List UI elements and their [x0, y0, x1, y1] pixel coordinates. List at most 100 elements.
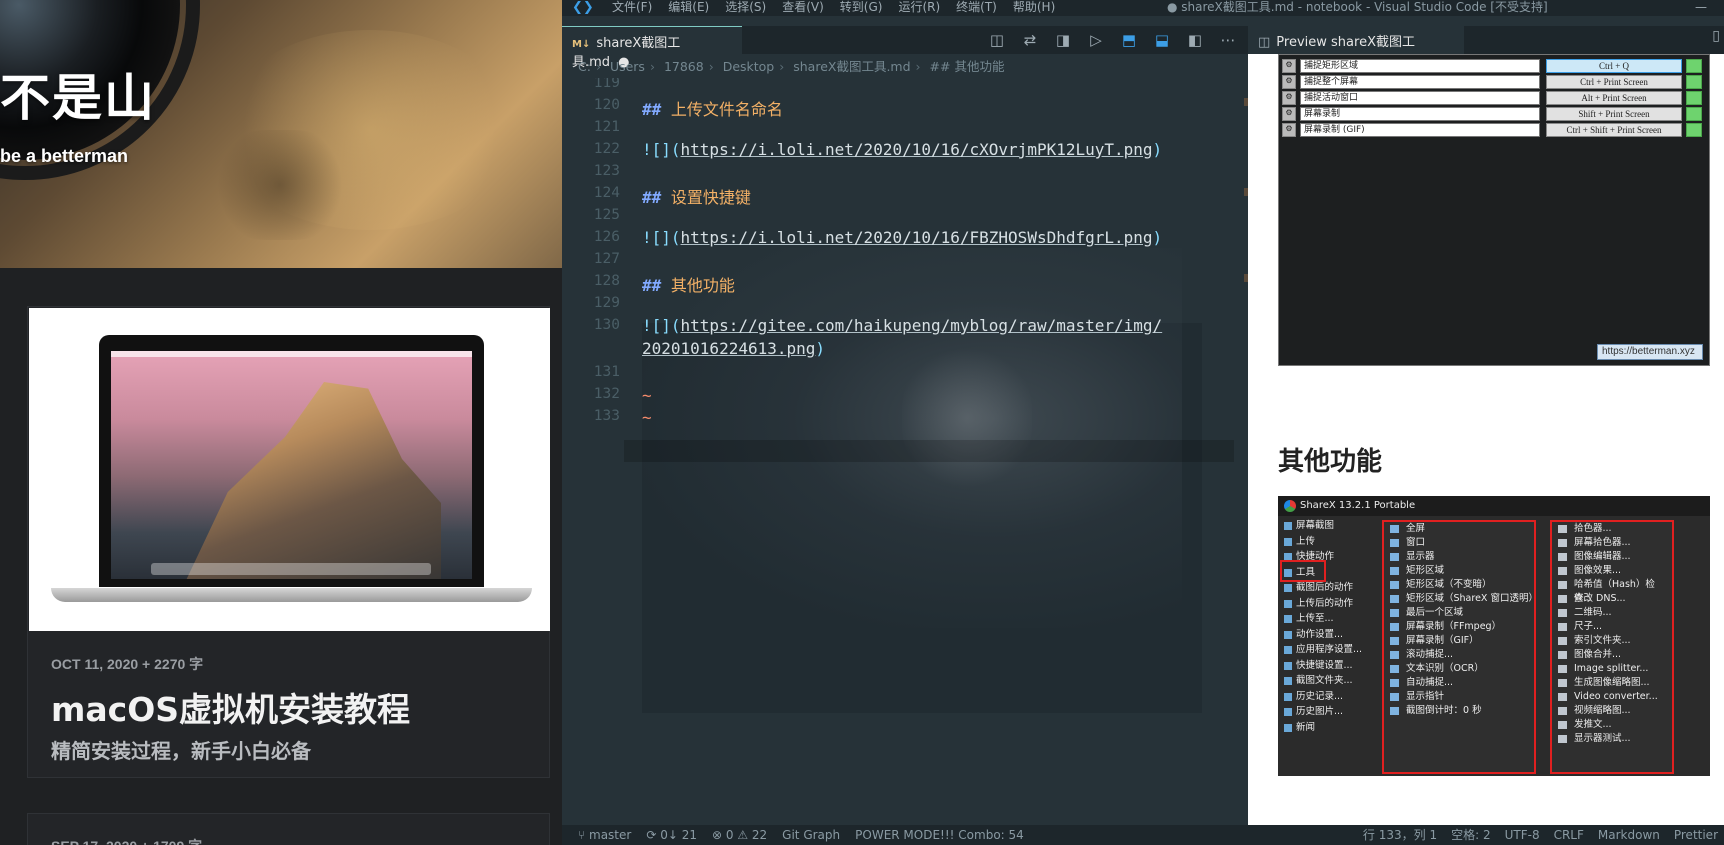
- markdown-file-icon: M↓: [572, 39, 591, 50]
- image-url-link[interactable]: https://gitee.com/haikupeng/myblog/raw/m…: [681, 316, 1163, 335]
- post-title[interactable]: macOS虚拟机安装教程: [51, 683, 410, 731]
- screen: 不是山 be a betterman OCT 11, 2020 + 2270 字…: [0, 0, 1724, 845]
- sharex-menu-image: ShareX 13.2.1 Portable 屏幕截图 上传 快捷动作 工具 截…: [1278, 496, 1710, 776]
- laptop-screen: [99, 335, 484, 587]
- status-green: [1686, 59, 1702, 73]
- chevron-right-icon: ›: [595, 59, 601, 74]
- menu-run[interactable]: 运行(R): [890, 0, 948, 15]
- screenshot-icon[interactable]: ⬓: [1152, 30, 1172, 50]
- preview-icon: ◫: [1258, 35, 1271, 50]
- crumb-desktop[interactable]: Desktop: [723, 59, 775, 74]
- editor-wallpaper-figure: [902, 343, 1032, 493]
- hotkey-row: ⚙ 捕捉活动窗口 Alt + Print Screen: [1282, 91, 1708, 105]
- post-card-2[interactable]: SEP 17, 2020 + 1709 字: [27, 813, 550, 845]
- code-editor[interactable]: 119 120 121 122 123 124 125 126 127 128 …: [562, 78, 1248, 825]
- crumb-users[interactable]: Users: [610, 59, 645, 74]
- menu-file[interactable]: 文件(F): [604, 0, 660, 15]
- tab-sharex-md[interactable]: M↓ shareX截图工具.md ●: [562, 26, 742, 70]
- editor-actions: ◫ ⇄ ◨ ▷ ⬒ ⬓ ◧ ⋯: [987, 30, 1238, 50]
- window-controls: —: [1678, 0, 1724, 15]
- cursor-position[interactable]: 行 133，列 1: [1363, 825, 1437, 845]
- line-number: 129: [593, 295, 620, 311]
- run-icon[interactable]: ▷: [1086, 30, 1106, 50]
- hotkey-row: ⚙ 屏幕录制 Shift + Print Screen: [1282, 107, 1708, 121]
- crumb-user[interactable]: 17868: [664, 59, 704, 74]
- code-line-120: ## 上传文件名命名: [642, 100, 783, 119]
- line-number: 125: [593, 207, 620, 223]
- menu-view[interactable]: 查看(V): [774, 0, 832, 15]
- status-green: [1686, 75, 1702, 89]
- problems-status[interactable]: ⊗ 0 ⚠ 22: [712, 825, 767, 845]
- git-graph-button[interactable]: Git Graph: [782, 825, 840, 845]
- line-number: 121: [593, 119, 620, 135]
- crumb-symbol[interactable]: ## 其他功能: [930, 59, 1005, 74]
- hotkey-row: ⚙ 捕捉整个屏幕 Ctrl + Print Screen: [1282, 75, 1708, 89]
- split-editor-icon[interactable]: ◧: [1185, 30, 1205, 50]
- chevron-right-icon: ›: [915, 59, 921, 74]
- branch-status[interactable]: ⑂ master: [578, 825, 631, 845]
- preview-side-icon[interactable]: ◨: [1053, 30, 1073, 50]
- chevron-right-icon: ›: [649, 59, 655, 74]
- post-card[interactable]: OCT 11, 2020 + 2270 字 macOS虚拟机安装教程 精简安装过…: [27, 306, 550, 778]
- sharex-capture-menu: 全屏 窗口 显示器 矩形区域 矩形区域（不变暗） 矩形区域（ShareX 窗口透…: [1382, 520, 1538, 774]
- line-ending[interactable]: CRLF: [1554, 825, 1584, 845]
- line-number: 130: [593, 317, 620, 333]
- code-line-122: ![](https://i.loli.net/2020/10/16/cXOvrj…: [642, 140, 1163, 159]
- post-meta-2: SEP 17, 2020 + 1709 字: [51, 836, 202, 845]
- hotkey-settings-image: ⚙ 捕捉矩形区域 Ctrl + Q ⚙ 捕捉整个屏幕 Ctrl + Print Scre…: [1278, 54, 1710, 366]
- menu-terminal[interactable]: 终端(T): [948, 0, 1005, 15]
- encoding[interactable]: UTF-8: [1505, 825, 1540, 845]
- crumb-file[interactable]: shareX截图工具.md: [793, 59, 910, 74]
- line-number: 132: [593, 386, 620, 402]
- status-green: [1686, 123, 1702, 137]
- menu-edit[interactable]: 编辑(E): [660, 0, 717, 15]
- sync-status[interactable]: ⟳ 0↓ 21: [646, 825, 697, 845]
- url-tooltip: https://betterman.xyz: [1597, 344, 1703, 360]
- language-mode[interactable]: Markdown: [1598, 825, 1660, 845]
- markdown-preview[interactable]: ⚙ 捕捉矩形区域 Ctrl + Q ⚙ 捕捉整个屏幕 Ctrl + Print Scre…: [1248, 54, 1724, 825]
- post-description: 精简安装过程，新手小白必备: [51, 739, 311, 763]
- breadcrumb: C: › Users › 17868 › Desktop › shareX截图工具.md…: [562, 56, 1248, 78]
- open-preview-icon[interactable]: ◫: [987, 30, 1007, 50]
- crumb-drive[interactable]: C:: [578, 59, 591, 74]
- line-number: 123: [593, 163, 620, 179]
- code-line-133: ~: [642, 408, 652, 427]
- code-line-130: ![](https://gitee.com/haikupeng/myblog/r…: [642, 316, 1163, 335]
- laptop-display: [111, 351, 472, 579]
- indentation[interactable]: 空格: 2: [1451, 825, 1491, 845]
- split-editor-icon[interactable]: ▯: [1712, 28, 1720, 44]
- line-number: 131: [593, 364, 620, 380]
- sync-icon: ⟳: [646, 828, 661, 842]
- chevron-right-icon: ›: [779, 59, 785, 74]
- hero-tree: [210, 130, 350, 240]
- line-number: 127: [593, 251, 620, 267]
- upload-image-icon[interactable]: ⬒: [1119, 30, 1139, 50]
- image-url-link[interactable]: https://i.loli.net/2020/10/16/FBZHOSWsDh…: [681, 228, 1153, 247]
- prettier-status[interactable]: Prettier: [1674, 825, 1718, 845]
- status-left: ⑂ master ⟳ 0↓ 21 ⊗ 0 ⚠ 22 Git Graph POWE…: [578, 825, 1024, 845]
- menu-help[interactable]: 帮助(H): [1005, 0, 1063, 15]
- code-line-128: ## 其他功能: [642, 276, 735, 295]
- post-meta: OCT 11, 2020 + 2270 字: [51, 656, 204, 672]
- line-number: 124: [593, 185, 620, 201]
- sharex-main-menu: 屏幕截图 上传 快捷动作 工具 截图后的动作 上传后的动作 上传至... 动作设…: [1282, 518, 1382, 735]
- gear-icon: ⚙: [1282, 75, 1296, 89]
- minimize-icon[interactable]: —: [1678, 0, 1724, 15]
- preview-heading: 其他功能: [1278, 447, 1383, 477]
- laptop-base: [51, 588, 532, 602]
- title-bar: ❮❯ 文件(F) 编辑(E) 选择(S) 查看(V) 转到(G) 运行(R) 终…: [562, 0, 1724, 16]
- image-url-link[interactable]: https://i.loli.net/2020/10/16/cXOvrjmPK1…: [681, 140, 1153, 159]
- tab-preview[interactable]: ◫Preview shareX截图工具.md✕: [1248, 26, 1464, 69]
- code-line-124: ## 设置快捷键: [642, 188, 751, 207]
- more-actions-icon[interactable]: ⋯: [1218, 30, 1238, 50]
- menu-selection[interactable]: 选择(S): [717, 0, 774, 15]
- image-url-link-cont[interactable]: 20201016224613.png: [642, 339, 815, 358]
- power-mode-status[interactable]: POWER MODE!!! Combo: 54: [855, 825, 1024, 845]
- vscode-logo-icon: ❮❯: [572, 0, 594, 15]
- vscode-window: ❮❯ 文件(F) 编辑(E) 选择(S) 查看(V) 转到(G) 运行(R) 终…: [562, 0, 1724, 845]
- git-compare-icon[interactable]: ⇄: [1020, 30, 1040, 50]
- code-line-132: ~: [642, 386, 652, 405]
- post-cover-image[interactable]: [29, 308, 550, 631]
- menu-go[interactable]: 转到(G): [832, 0, 891, 15]
- gear-icon: ⚙: [1282, 91, 1296, 105]
